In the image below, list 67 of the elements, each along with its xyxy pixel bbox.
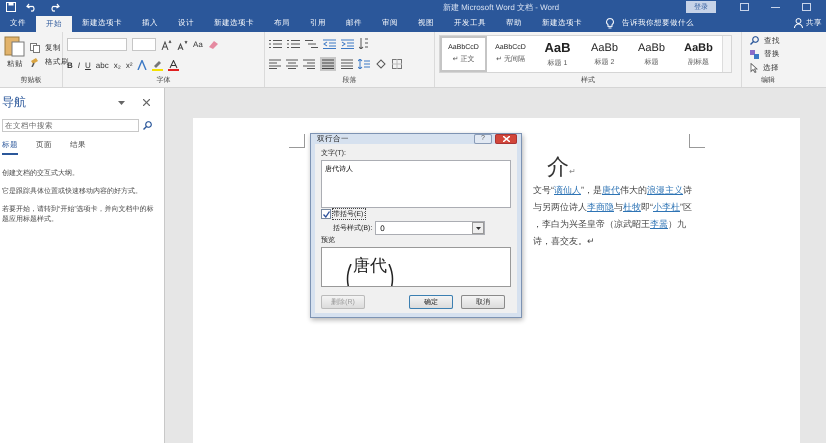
- preview-text: 唐代: [353, 255, 387, 277]
- document-text: 诗，喜交友。↵: [533, 235, 596, 248]
- gallery-scrollbar[interactable]: [722, 36, 731, 72]
- align-left-icon[interactable]: [269, 59, 281, 69]
- line-spacing-icon[interactable]: [358, 59, 370, 69]
- highlighter-icon[interactable]: [152, 60, 164, 71]
- bracket-icon: [388, 264, 396, 286]
- search-icon[interactable]: [750, 36, 759, 46]
- link[interactable]: 谪仙人: [554, 185, 581, 195]
- shrink-font-icon[interactable]: [177, 40, 188, 50]
- bracket-icon: [344, 264, 352, 286]
- link[interactable]: 杜牧: [623, 202, 641, 212]
- link[interactable]: 唐代: [602, 185, 620, 195]
- font-size-field[interactable]: [132, 38, 156, 52]
- multilevel-list-icon[interactable]: [305, 38, 318, 48]
- font-name-field[interactable]: [67, 38, 127, 52]
- link[interactable]: 李商隐: [587, 202, 614, 212]
- format-button[interactable]: B: [67, 60, 73, 70]
- link[interactable]: 小李杜: [653, 202, 680, 212]
- cursor-icon[interactable]: [750, 63, 758, 74]
- bullet-list-icon[interactable]: [269, 38, 282, 48]
- format-button[interactable]: x²: [126, 60, 132, 70]
- link[interactable]: 浪漫主义: [647, 185, 683, 195]
- distribute-icon[interactable]: [341, 59, 353, 69]
- search-icon[interactable]: [143, 121, 152, 130]
- margin-mark-icon: [289, 134, 305, 148]
- clipboard-icon[interactable]: [4, 34, 26, 58]
- close-icon: [502, 136, 510, 142]
- document-heading: 介↵: [546, 153, 577, 181]
- document-text: ，李白为兴圣皇帝（凉武昭王李暠）九: [533, 218, 687, 231]
- copy-icon[interactable]: [30, 42, 40, 52]
- close-icon[interactable]: [143, 99, 150, 106]
- replace-icon[interactable]: [750, 50, 759, 59]
- format-button[interactable]: x₂: [114, 60, 121, 70]
- document-text: 与另两位诗人李商隐与杜牧即“小李杜”区: [533, 201, 693, 214]
- link[interactable]: 李暠: [650, 219, 668, 229]
- numbered-list-icon[interactable]: [287, 38, 300, 48]
- justify-icon[interactable]: [320, 57, 336, 71]
- save-icon[interactable]: [6, 2, 16, 12]
- borders-icon[interactable]: [392, 59, 402, 69]
- caret-icon: [476, 226, 481, 230]
- format-button[interactable]: U: [85, 60, 91, 70]
- person-icon: [794, 18, 803, 28]
- checkbox[interactable]: [321, 209, 331, 219]
- close-button[interactable]: [495, 134, 517, 144]
- change-case-button[interactable]: Aa: [193, 40, 203, 50]
- decrease-indent-icon[interactable]: [323, 38, 336, 48]
- shading-icon[interactable]: [375, 59, 387, 69]
- pane-title: 导航: [2, 94, 27, 111]
- sort-icon[interactable]: [359, 38, 369, 49]
- dropdown-icon[interactable]: [118, 100, 125, 104]
- align-right-icon[interactable]: [303, 59, 315, 69]
- window-title: 新建 Microsoft Word 文档 - Word: [442, 2, 560, 12]
- format-button[interactable]: abc: [96, 60, 109, 70]
- maximize-icon[interactable]: [802, 3, 811, 11]
- align-center-icon[interactable]: [286, 59, 298, 69]
- lightbulb-icon: [606, 18, 614, 28]
- grow-font-icon[interactable]: [161, 40, 172, 50]
- increase-indent-icon[interactable]: [341, 38, 354, 48]
- text-effects-icon[interactable]: [137, 60, 148, 70]
- ribbon-options-icon[interactable]: [740, 3, 749, 11]
- document-text: 文号“谪仙人”，是唐代伟大的浪漫主义诗: [533, 184, 693, 197]
- paintbrush-icon[interactable]: [30, 56, 40, 66]
- font-color-icon[interactable]: [168, 60, 180, 71]
- bracket-style-dropdown[interactable]: 0: [375, 221, 486, 235]
- margin-mark-icon: [689, 134, 705, 148]
- format-button[interactable]: I: [78, 60, 80, 70]
